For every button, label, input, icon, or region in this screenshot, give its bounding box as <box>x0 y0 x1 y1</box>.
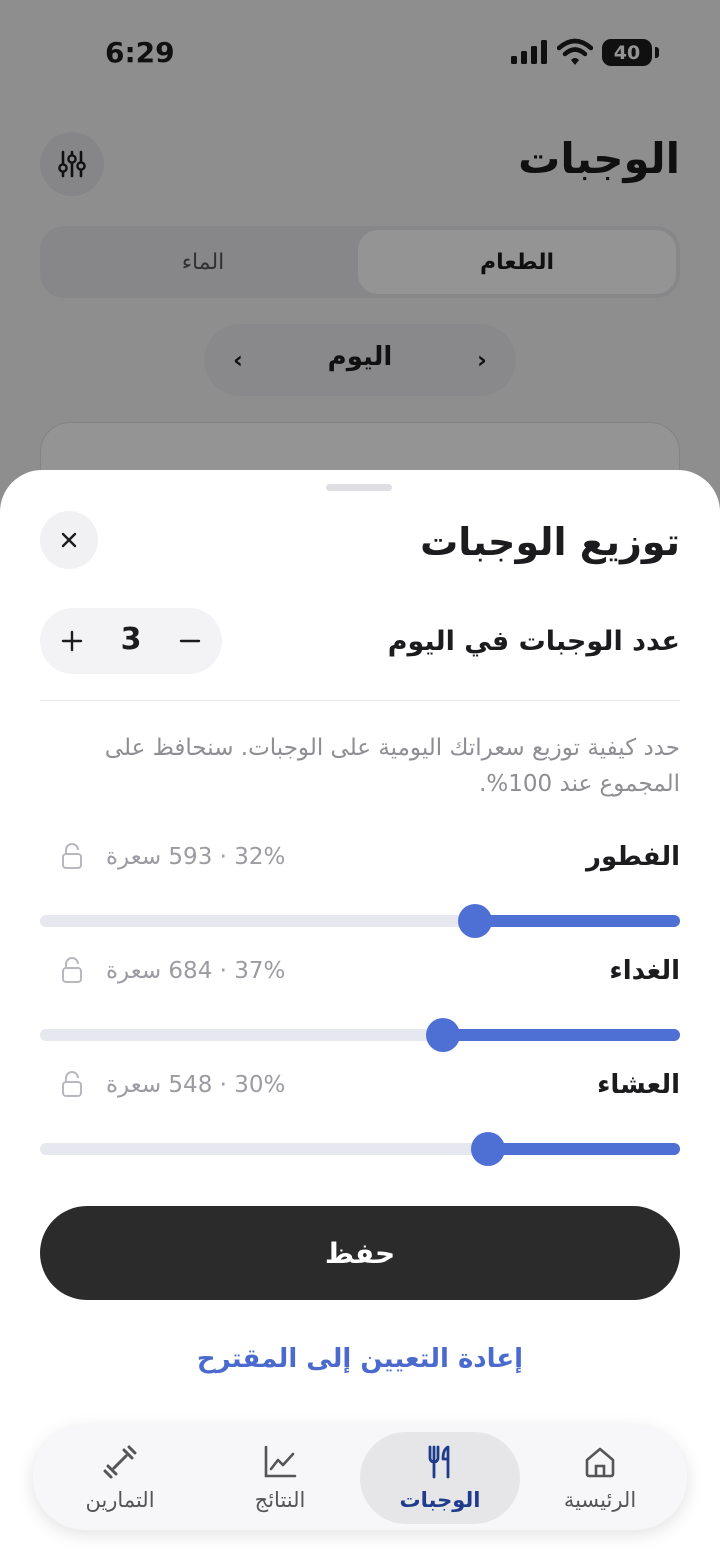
lock-icon[interactable] <box>60 956 84 984</box>
meal-info-dinner: 30% · 548 سعرة <box>106 1072 286 1098</box>
slider-thumb[interactable] <box>426 1018 461 1052</box>
tab-label: الوجبات <box>399 1488 481 1512</box>
save-button[interactable]: حفظ <box>40 1206 680 1300</box>
slider-thumb[interactable] <box>458 904 493 938</box>
slider-fill <box>488 1143 680 1155</box>
lock-icon[interactable] <box>60 842 84 870</box>
meal-info-breakfast: 32% · 593 سعرة <box>106 844 286 870</box>
sheet-grabber[interactable] <box>326 484 392 491</box>
reset-to-suggested-link[interactable]: إعادة التعيين إلى المقترح <box>0 1344 720 1374</box>
tab-meals[interactable]: الوجبات <box>360 1432 520 1524</box>
tab-label: الرئيسية <box>563 1488 637 1512</box>
tab-home[interactable]: الرئيسية <box>520 1432 680 1524</box>
meal-distribution-sheet: توزيع الوجبات عدد الوجبات في اليوم 3 حدد… <box>0 470 720 1564</box>
decrement-button[interactable] <box>166 617 214 665</box>
dumbbell-icon <box>103 1445 137 1479</box>
tab-results[interactable]: النتائج <box>200 1432 360 1524</box>
meal-name-lunch: الغداء <box>609 956 680 986</box>
lunch-slider[interactable] <box>40 1018 680 1052</box>
minus-icon <box>179 639 201 643</box>
home-icon <box>585 1447 615 1478</box>
tab-label: التمارين <box>85 1488 155 1512</box>
slider-fill <box>475 915 680 927</box>
breakfast-slider[interactable] <box>40 904 680 938</box>
meal-count-label: عدد الوجبات في اليوم <box>387 626 680 657</box>
tab-workouts[interactable]: التمارين <box>40 1432 200 1524</box>
close-icon <box>61 532 77 548</box>
slider-fill <box>443 1029 680 1041</box>
meal-info-lunch: 37% · 684 سعرة <box>106 958 286 984</box>
distribution-description: حدد كيفية توزيع سعراتك اليومية على الوجب… <box>104 735 680 797</box>
lock-icon[interactable] <box>60 1070 84 1098</box>
meal-name-dinner: العشاء <box>597 1070 680 1100</box>
slider-thumb[interactable] <box>471 1132 505 1166</box>
tab-label: النتائج <box>254 1488 306 1512</box>
close-button[interactable] <box>40 511 98 569</box>
chart-icon <box>264 1445 297 1478</box>
tab-bar: الرئيسية الوجبات النتائج التمارين <box>33 1426 687 1530</box>
meal-name-breakfast: الفطور <box>586 842 680 872</box>
sheet-title: توزيع الوجبات <box>420 520 680 564</box>
meal-count-stepper: 3 <box>40 608 222 674</box>
dinner-slider[interactable] <box>40 1132 680 1166</box>
fork-knife-icon <box>428 1445 450 1479</box>
divider <box>40 700 680 701</box>
